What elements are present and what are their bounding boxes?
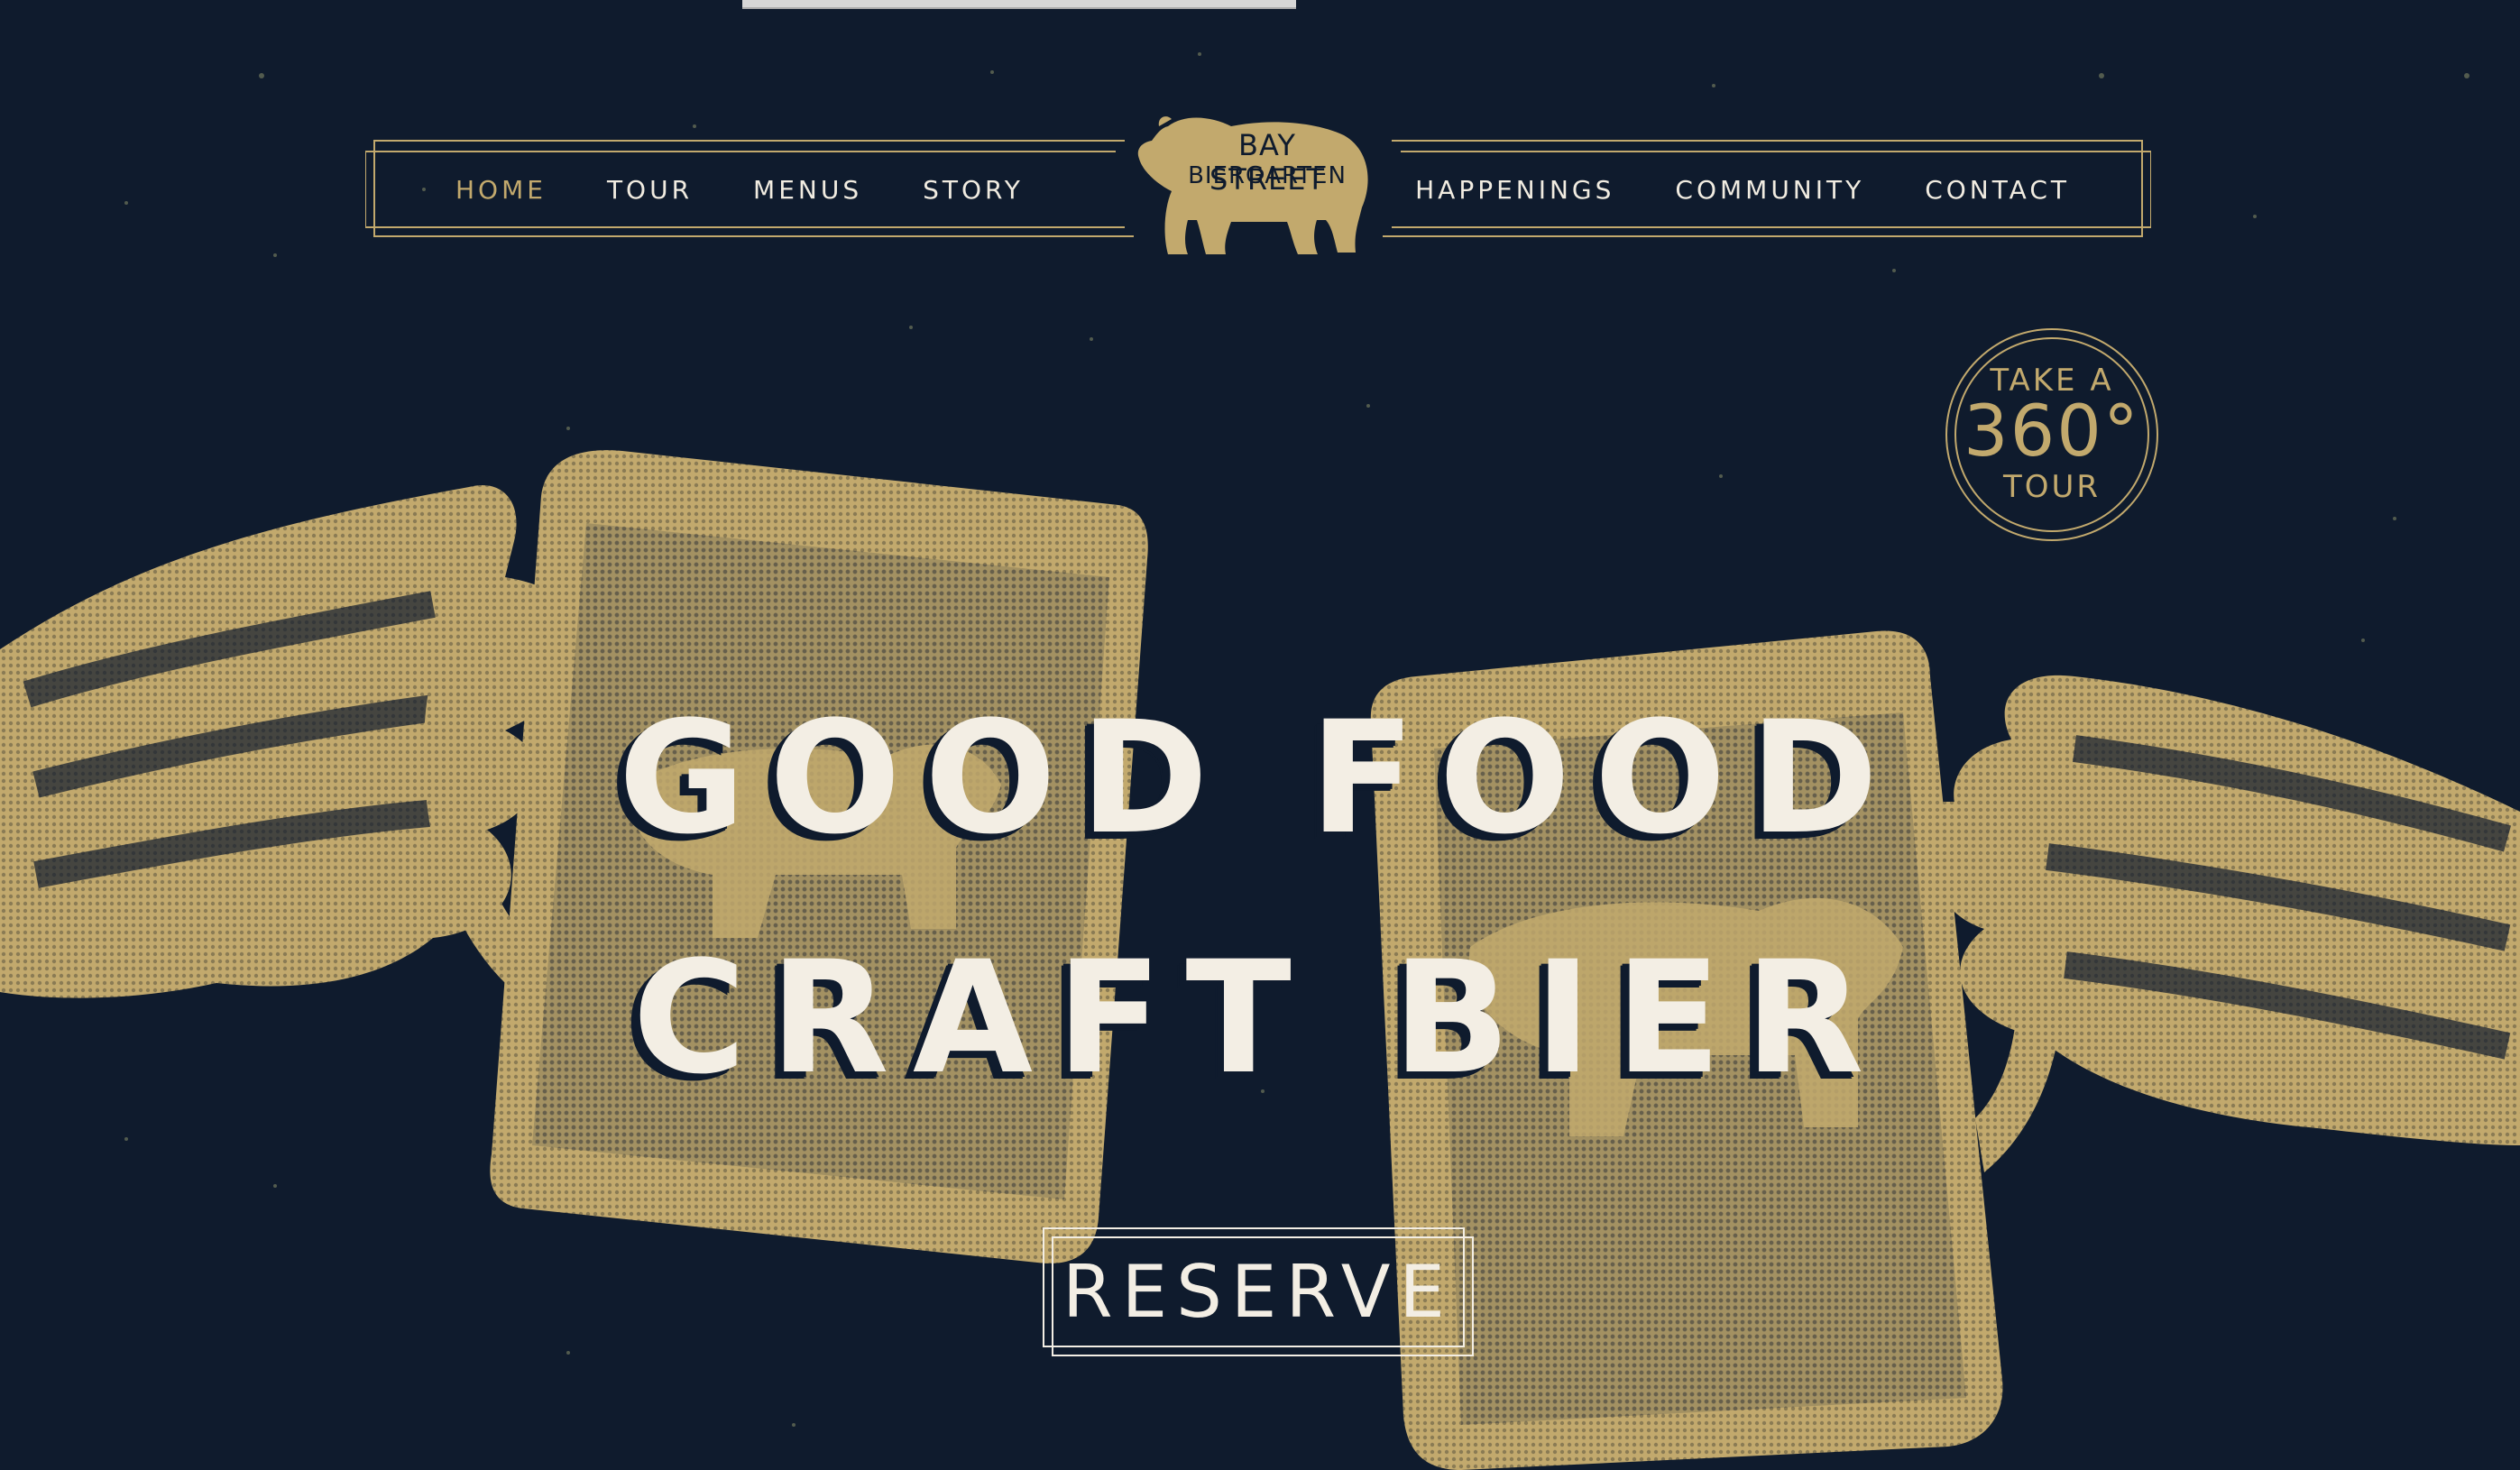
nav-item-story[interactable]: STORY [923, 175, 1024, 205]
nav-item-happenings[interactable]: HAPPENINGS [1415, 175, 1614, 205]
nav-item-contact[interactable]: CONTACT [1925, 175, 2070, 205]
hero-headline-line1: GOOD FOOD [618, 687, 1902, 868]
nav-left-group: HOME TOUR MENUS STORY [455, 139, 1084, 240]
hero-headline-line2: CRAFT BIER [632, 927, 1888, 1108]
nav-right-group: HAPPENINGS COMMUNITY CONTACT [1355, 139, 2070, 240]
top-notification-strip [742, 0, 1296, 9]
logo-text-line2: BIERGARTEN [1188, 162, 1347, 189]
nav-item-tour[interactable]: TOUR [607, 175, 693, 205]
page: HOME TOUR MENUS STORY HAPPENINGS COMMUNI… [0, 0, 2520, 1470]
take-360-tour-badge[interactable]: TAKE A 360° TOUR [1944, 326, 2160, 543]
nav-item-community[interactable]: COMMUNITY [1675, 175, 1864, 205]
brand-logo[interactable]: BAY STREET BIERGARTEN [1132, 108, 1375, 266]
badge-bottom-text: TOUR [2002, 469, 2102, 505]
reserve-button-label: RESERVE [1062, 1250, 1454, 1334]
nav-item-home[interactable]: HOME [455, 175, 547, 205]
badge-number: 360° [1964, 391, 2140, 473]
nav-item-menus[interactable]: MENUS [753, 175, 862, 205]
reserve-button[interactable]: RESERVE [1042, 1227, 1475, 1357]
